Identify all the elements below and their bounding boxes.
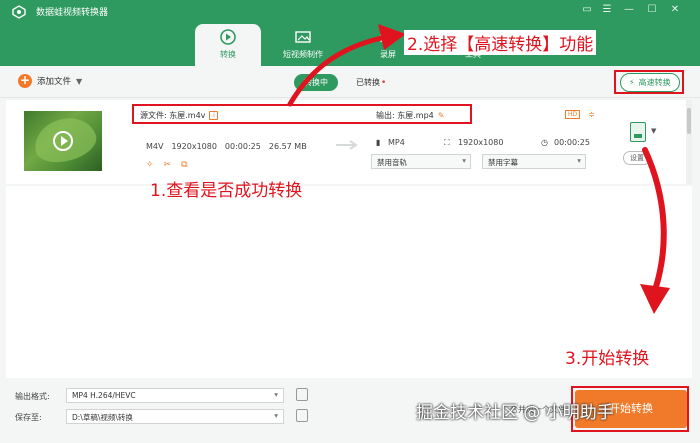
annotation-box-file-info: [132, 104, 472, 124]
annotation-step3: 3.开始转换: [565, 349, 650, 369]
feedback-icon[interactable]: ▭: [580, 4, 594, 15]
settings-button[interactable]: 设置: [623, 151, 651, 165]
short-video-icon: [295, 31, 311, 43]
maximize-icon[interactable]: ☐: [645, 4, 659, 15]
app-window: 数据蛙视频转换器 ▭ ☰ — ☐ ✕ 转换 短视频制作 录屏 + 添加文件 ▼ …: [0, 0, 700, 443]
crop-icon[interactable]: ⧉: [181, 160, 187, 170]
add-file-button[interactable]: + 添加文件 ▼: [18, 74, 82, 88]
save-to-label: 保存至:: [15, 413, 42, 422]
annotation-step2: 2.选择【高速转换】功能: [404, 30, 597, 55]
output-duration: 00:00:25: [554, 138, 590, 147]
menu-icon[interactable]: ☰: [600, 4, 614, 15]
hd-badge-icon[interactable]: HD: [565, 110, 581, 119]
magic-wand-icon[interactable]: ✧: [146, 160, 154, 170]
app-title: 数据蛙视频转换器: [36, 8, 109, 18]
output-badges: HD ≑: [565, 110, 595, 119]
resolution-icon: ⛶: [444, 138, 450, 147]
source-tools: ✧ ✂ ⧉: [146, 160, 188, 170]
subtab-converted[interactable]: 已转换•: [346, 74, 396, 91]
video-thumbnail[interactable]: [24, 111, 102, 171]
format-settings-icon[interactable]: [296, 388, 308, 401]
output-format-select[interactable]: MP4 H.264/HEVC: [66, 388, 284, 403]
subtabs: 转换中 已转换•: [294, 74, 396, 91]
output-format-icon: ▮: [376, 138, 381, 147]
tab-record-screen-label: 录屏: [380, 50, 396, 59]
chevron-down-icon[interactable]: ▼: [76, 77, 82, 86]
save-to-select[interactable]: D:\草稿\视频\转换: [66, 409, 284, 424]
source-format: M4V: [146, 142, 164, 151]
clock-icon: ◷: [541, 138, 548, 147]
source-meta: M4V 1920x1080 00:00:25 26.57 MB: [146, 142, 307, 151]
subtab-converted-label: 已转换: [356, 78, 380, 87]
folder-icon[interactable]: [296, 409, 308, 422]
output-format-file-icon[interactable]: [630, 122, 646, 142]
source-resolution: 1920x1080: [171, 142, 217, 151]
scrollbar-thumb[interactable]: [687, 108, 691, 134]
annotation-step1: 1.查看是否成功转换: [150, 181, 303, 201]
toolbar: + 添加文件 ▼ 转换中 已转换• ⚡ 高速转换: [0, 66, 700, 98]
record-screen-icon: [380, 30, 396, 44]
equalizer-icon[interactable]: ≑: [588, 110, 595, 119]
arrow-right-icon: [336, 140, 358, 150]
source-duration: 00:00:25: [224, 142, 261, 151]
subtitle-select[interactable]: 禁用字幕: [482, 154, 586, 169]
convert-icon: [220, 29, 236, 45]
watermark: 掘金技术社区 @ 小明助手: [416, 403, 614, 423]
tab-convert-label: 转换: [220, 50, 236, 59]
audio-track-select[interactable]: 禁用音轨: [371, 154, 471, 169]
plus-icon: +: [18, 73, 32, 88]
format-dropdown-icon[interactable]: ▼: [651, 127, 656, 135]
output-format-label: 输出格式:: [15, 392, 50, 401]
output-format: MP4: [388, 138, 405, 147]
app-logo-icon: [12, 5, 26, 19]
source-size: 26.57 MB: [268, 142, 307, 151]
add-file-label: 添加文件: [37, 77, 72, 87]
close-icon[interactable]: ✕: [668, 4, 682, 15]
tab-convert[interactable]: 转换: [195, 24, 261, 66]
tab-short-video-label: 短视频制作: [283, 50, 323, 59]
new-dot-icon: •: [381, 78, 387, 88]
subtab-converting[interactable]: 转换中: [294, 74, 338, 91]
annotation-box-fast-convert: [614, 70, 684, 94]
play-icon[interactable]: [53, 131, 73, 151]
minimize-icon[interactable]: —: [622, 4, 636, 15]
output-resolution: 1920x1080: [458, 138, 504, 147]
scissors-icon[interactable]: ✂: [164, 160, 172, 170]
tab-short-video[interactable]: 短视频制作: [270, 24, 336, 66]
